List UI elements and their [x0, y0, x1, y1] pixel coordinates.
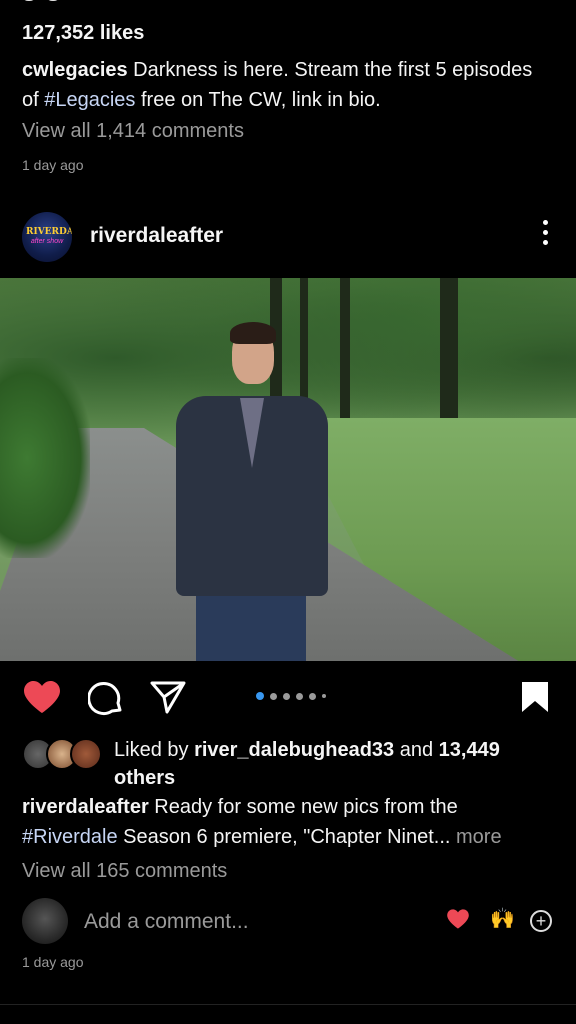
- photo-bush: [0, 358, 90, 558]
- raising-hands-emoji-icon[interactable]: 🙌: [490, 906, 515, 931]
- post1-view-comments[interactable]: View all 1,414 comments: [22, 120, 244, 143]
- more-options-icon[interactable]: [540, 220, 550, 250]
- post1-likes[interactable]: 127,352 likes: [22, 22, 144, 45]
- liked-by-user[interactable]: river_dalebughead33: [194, 739, 394, 761]
- post2-username[interactable]: riverdaleafter: [90, 224, 223, 248]
- post-actions-bar: [0, 668, 576, 724]
- previous-post-actions-partial: [22, 0, 82, 4]
- post-image[interactable]: [0, 278, 576, 661]
- post2-time: 1 day ago: [22, 954, 84, 970]
- post2-view-comments[interactable]: View all 165 comments: [22, 860, 227, 883]
- post2-caption: riverdaleafter Ready for some new pics f…: [22, 796, 502, 848]
- liker-avatars[interactable]: [22, 738, 106, 772]
- carousel-dot: [309, 692, 316, 700]
- carousel-dot: [283, 692, 290, 700]
- post1-time: 1 day ago: [22, 157, 84, 173]
- carousel-dot: [270, 692, 277, 700]
- post1-caption: cwlegacies Darkness is here. Stream the …: [22, 55, 552, 115]
- post1-caption-user[interactable]: cwlegacies: [22, 59, 128, 81]
- post1-hashtag[interactable]: #Legacies: [44, 89, 135, 111]
- avatar-logo-text: RIVERDALE: [26, 227, 72, 237]
- post2-caption-user[interactable]: riverdaleafter: [22, 796, 149, 818]
- carousel-dot-active: [256, 692, 264, 700]
- save-bookmark-icon[interactable]: [520, 680, 550, 714]
- avatar: [70, 738, 102, 770]
- avatar[interactable]: RIVERDALE after show: [22, 212, 72, 262]
- photo-person: [176, 322, 328, 661]
- carousel-indicator: [256, 692, 326, 700]
- comment-icon[interactable]: [88, 680, 124, 716]
- post2-hashtag[interactable]: #Riverdale: [22, 826, 118, 848]
- caption-more-link[interactable]: more: [450, 826, 502, 848]
- add-comment-input[interactable]: Add a comment...: [84, 910, 249, 934]
- carousel-dot: [296, 692, 303, 700]
- liked-by-row: Liked by river_dalebughead33 and 13,449 …: [22, 734, 552, 790]
- post1-caption-text-end: free on The CW, link in bio.: [135, 89, 381, 111]
- like-heart-icon[interactable]: [22, 680, 62, 714]
- add-comment-row: Add a comment... 🙌 +: [22, 898, 558, 944]
- heart-emoji-icon[interactable]: [446, 908, 470, 930]
- add-emoji-icon[interactable]: +: [530, 910, 552, 932]
- avatar: [22, 898, 68, 944]
- bottom-nav-partial: [0, 1004, 576, 1024]
- carousel-dot: [322, 694, 326, 698]
- share-icon[interactable]: [150, 680, 186, 714]
- post2-header: RIVERDALE after show riverdaleafter: [0, 206, 576, 268]
- avatar-logo-subtext: after show: [30, 238, 64, 245]
- liked-by-text[interactable]: Liked by river_dalebughead33 and 13,449 …: [114, 736, 554, 792]
